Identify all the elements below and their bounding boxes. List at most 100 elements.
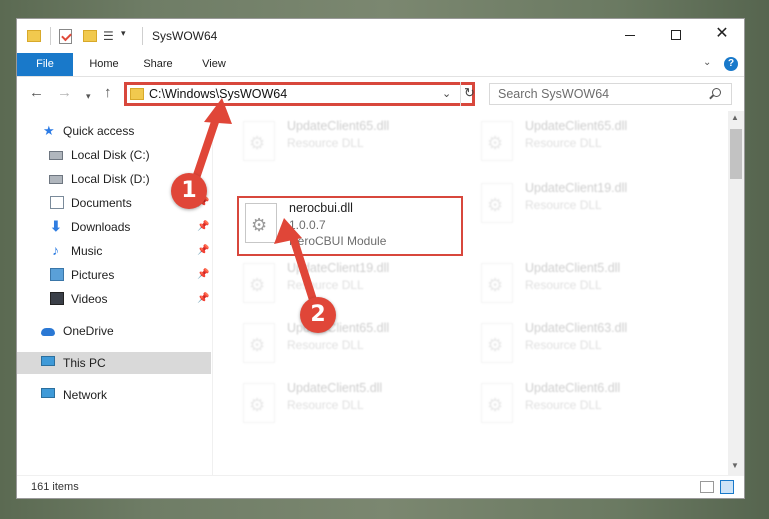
file-item[interactable]: UpdateClient5.dll Resource DLL xyxy=(243,377,473,433)
minimize-button[interactable] xyxy=(607,19,653,49)
address-dropdown-icon[interactable]: ⌄ xyxy=(442,87,451,100)
dll-file-icon xyxy=(243,383,275,423)
downloads-icon: ⬇ xyxy=(50,218,62,234)
search-icon[interactable] xyxy=(712,88,721,97)
sidebar-item-local-disk-c[interactable]: Local Disk (C:) xyxy=(17,144,211,166)
dll-file-icon xyxy=(481,263,513,303)
sidebar-item-label: Music xyxy=(71,244,103,258)
sidebar-item-onedrive[interactable]: OneDrive xyxy=(17,320,211,342)
file-item[interactable]: UpdateClient63.dll Resource DLL xyxy=(481,317,711,373)
forward-arrow-icon[interactable]: → xyxy=(57,85,72,101)
file-type: Resource DLL xyxy=(525,136,602,150)
file-type: Resource DLL xyxy=(525,278,602,292)
properties-icon[interactable] xyxy=(59,29,72,44)
sidebar-item-downloads[interactable]: ⬇ Downloads 📌 xyxy=(17,216,211,238)
scroll-up-icon[interactable]: ▲ xyxy=(731,113,739,122)
address-path[interactable]: C:\Windows\SysWOW64 xyxy=(149,87,287,101)
tab-home[interactable]: Home xyxy=(79,53,129,76)
tab-share[interactable]: Share xyxy=(133,53,183,76)
pin-icon[interactable]: 📌 xyxy=(197,288,209,310)
title-separator xyxy=(142,27,143,45)
folder-icon xyxy=(130,88,144,100)
videos-icon xyxy=(50,292,64,305)
file-type: Resource DLL xyxy=(287,398,364,412)
sidebar-item-videos[interactable]: Videos 📌 xyxy=(17,288,211,310)
pin-icon[interactable]: 📌 xyxy=(197,240,209,262)
sidebar-item-pictures[interactable]: Pictures 📌 xyxy=(17,264,211,286)
sidebar-item-label: OneDrive xyxy=(63,324,114,338)
scroll-thumb[interactable] xyxy=(730,129,742,179)
tab-file[interactable]: File xyxy=(17,53,73,76)
maximize-button[interactable] xyxy=(653,19,699,49)
file-item[interactable]: UpdateClient65.dll Resource DLL xyxy=(243,317,473,373)
star-icon: ★ xyxy=(43,123,55,138)
recent-locations-chevron-icon[interactable]: ▾ xyxy=(86,88,91,104)
sidebar-item-this-pc[interactable]: This PC xyxy=(17,352,211,374)
item-count: 161 items xyxy=(31,481,79,493)
this-pc-icon xyxy=(41,356,55,366)
file-item[interactable]: UpdateClient5.dll Resource DLL xyxy=(481,257,711,313)
explorer-window: ☰ ▾ SysWOW64 ✕ File Home Share View ⌄ ? … xyxy=(16,18,745,499)
scroll-down-icon[interactable]: ▼ xyxy=(731,461,739,470)
file-type: Resource DLL xyxy=(287,338,364,352)
file-name: UpdateClient6.dll xyxy=(525,381,621,395)
file-name: UpdateClient5.dll xyxy=(287,381,383,395)
file-item[interactable]: UpdateClient65.dll Resource DLL xyxy=(243,115,473,171)
dll-file-icon xyxy=(243,121,275,161)
pin-icon[interactable]: 📌 xyxy=(197,264,209,286)
folder-icon[interactable] xyxy=(27,30,41,42)
sidebar-item-label: This PC xyxy=(63,356,106,370)
back-arrow-icon[interactable]: ← xyxy=(29,85,44,101)
highlight-box xyxy=(237,196,463,256)
sidebar-item-network[interactable]: Network xyxy=(17,384,211,406)
file-type: Resource DLL xyxy=(525,198,602,212)
file-item[interactable]: UpdateClient19.dll Resource DLL xyxy=(243,257,473,313)
step-marker-1: 1 xyxy=(171,173,207,209)
ribbon-tabs: File Home Share View ⌄ ? xyxy=(17,53,744,77)
sidebar-item-label: Pictures xyxy=(71,268,115,282)
refresh-icon[interactable]: ↻ xyxy=(460,82,478,106)
sidebar-item-music[interactable]: ♪ Music 📌 xyxy=(17,240,211,262)
navigation-bar: ← → ▾ ↑ C:\Windows\SysWOW64 ⌄ ↻ Search S… xyxy=(17,77,744,111)
help-icon[interactable]: ? xyxy=(724,57,738,71)
sidebar-item-label: Downloads xyxy=(71,220,131,234)
quick-access-dropdown-icon[interactable]: ▾ xyxy=(121,28,126,44)
sidebar-item-quick-access[interactable]: ★ Quick access xyxy=(17,120,211,142)
file-name: UpdateClient65.dll xyxy=(525,119,628,133)
details-view-icon[interactable] xyxy=(700,481,714,493)
documents-icon xyxy=(50,196,64,209)
navigation-pane: ★ Quick access Local Disk (C:) Local Dis… xyxy=(17,111,213,475)
expand-ribbon-chevron-icon[interactable]: ⌄ xyxy=(703,57,711,68)
disk-icon xyxy=(49,151,63,160)
search-box[interactable]: Search SysWOW64 xyxy=(489,83,732,105)
search-input[interactable]: Search SysWOW64 xyxy=(498,87,609,101)
sidebar-item-label: Network xyxy=(63,388,108,402)
file-type: Resource DLL xyxy=(287,278,364,292)
up-arrow-icon[interactable]: ↑ xyxy=(104,85,112,101)
dll-file-icon xyxy=(481,183,513,223)
file-item[interactable]: UpdateClient65.dll Resource DLL xyxy=(481,115,711,171)
dll-file-icon xyxy=(243,263,275,303)
address-bar[interactable]: C:\Windows\SysWOW64 ⌄ ↻ xyxy=(124,82,475,106)
maximize-icon xyxy=(671,30,681,41)
status-bar: 161 items xyxy=(17,475,744,498)
music-icon: ♪ xyxy=(52,242,59,258)
pin-icon[interactable]: 📌 xyxy=(197,216,209,238)
sidebar-item-label: Local Disk (C:) xyxy=(71,148,150,162)
large-icons-view-icon[interactable] xyxy=(720,480,734,494)
file-name: UpdateClient63.dll xyxy=(525,321,628,335)
tab-view[interactable]: View xyxy=(189,53,239,76)
sidebar-item-label: Quick access xyxy=(63,124,135,138)
sidebar-item-label: Videos xyxy=(71,292,108,306)
file-type: Resource DLL xyxy=(525,398,602,412)
file-name: UpdateClient5.dll xyxy=(525,261,621,275)
close-button[interactable]: ✕ xyxy=(699,19,745,49)
file-list: UpdateClient65.dll Resource DLL UpdateCl… xyxy=(215,111,727,475)
file-item[interactable]: UpdateClient6.dll Resource DLL xyxy=(481,377,711,433)
file-item[interactable]: UpdateClient19.dll Resource DLL xyxy=(481,177,711,233)
view-options-icon[interactable]: ☰ xyxy=(103,29,117,43)
new-folder-icon[interactable] xyxy=(83,30,97,42)
dll-file-icon xyxy=(243,323,275,363)
quick-access-separator xyxy=(50,27,51,45)
vertical-scrollbar[interactable]: ▲ ▼ xyxy=(728,111,744,475)
